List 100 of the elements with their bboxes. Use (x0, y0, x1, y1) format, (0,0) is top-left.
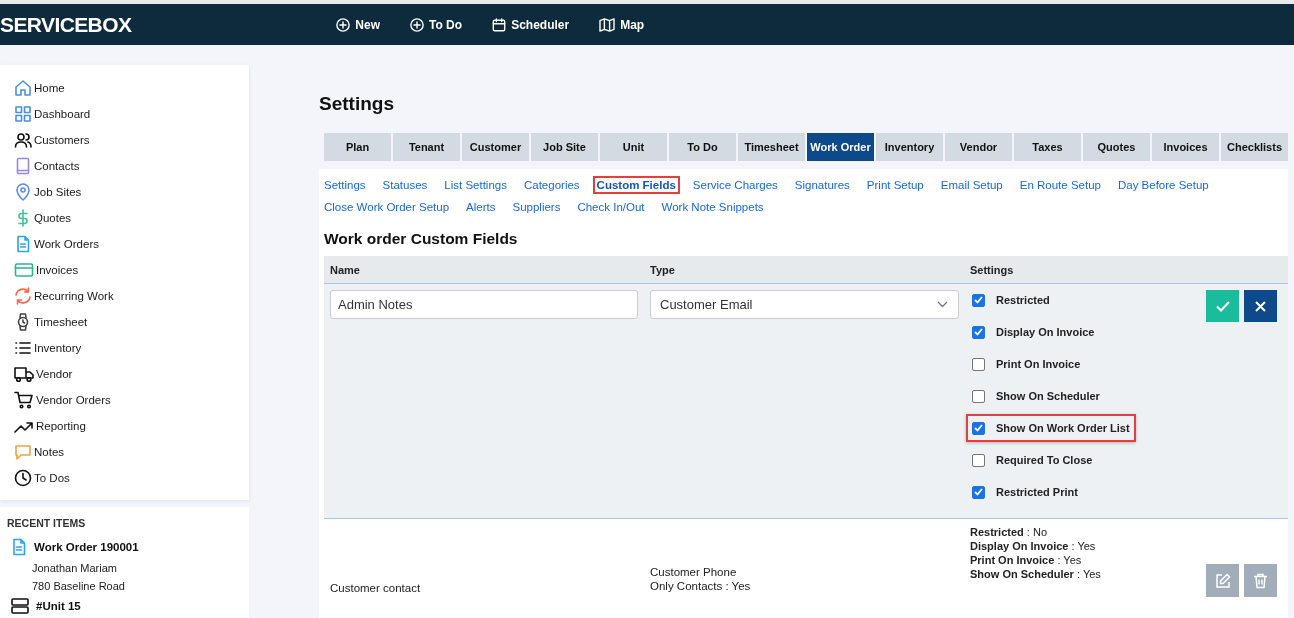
grid-icon (14, 105, 32, 123)
settings-tab[interactable]: Inventory (876, 133, 943, 161)
checkbox-option[interactable]: Restricted Print (966, 478, 1084, 506)
settings-link[interactable]: Categories (519, 176, 584, 194)
settings-link[interactable]: Print Setup (862, 176, 928, 194)
checkbox-option[interactable]: Print On Invoice (966, 350, 1087, 378)
sidebar-item[interactable]: Vendor (0, 365, 249, 391)
document-icon (10, 538, 28, 556)
checkbox-option[interactable]: Show On Work Order List (966, 414, 1136, 442)
table-cell-text: Only Contacts : Yes (650, 580, 752, 592)
sidebar-item[interactable]: Vendor Orders (0, 391, 249, 417)
truck-icon (14, 365, 34, 383)
settings-tab[interactable]: Timesheet (738, 133, 805, 161)
sidebar-item[interactable]: Home (0, 79, 249, 105)
name-input[interactable]: Admin Notes (330, 290, 638, 319)
settings-link[interactable]: Day Before Setup (1113, 176, 1213, 194)
section-heading: RECENT ITEMS (7, 517, 87, 529)
page-title: Settings (319, 93, 395, 115)
sidebar-item[interactable]: Quotes (0, 209, 249, 235)
checkbox[interactable] (972, 325, 985, 339)
nav-button[interactable]: Scheduler (492, 17, 570, 32)
sidebar-item[interactable]: Recurring Work (0, 287, 249, 313)
settings-link[interactable]: Close Work Order Setup (320, 198, 454, 216)
speech-bubble-icon (14, 443, 32, 461)
sidebar-item[interactable]: Timesheet (0, 313, 249, 339)
recent-item-link[interactable]: Work Order 190001 (7, 538, 249, 556)
close-icon (1255, 300, 1266, 312)
home-icon (14, 79, 32, 97)
settings-tab[interactable]: Taxes (1014, 133, 1081, 161)
trash-icon (1253, 572, 1268, 589)
nav-button[interactable]: Map (599, 17, 645, 32)
settings-link[interactable]: Suppliers (508, 198, 565, 216)
section-title: Work order Custom Fields (324, 230, 519, 248)
checkbox[interactable] (972, 453, 985, 467)
settings-link[interactable]: Service Charges (688, 176, 782, 194)
settings-link[interactable]: Email Setup (936, 176, 1007, 194)
sidebar-item[interactable]: To Dos (0, 469, 249, 495)
settings-tab[interactable]: Unit (600, 133, 667, 161)
sidebar-item[interactable]: Reporting (0, 417, 249, 443)
settings-link[interactable]: Alerts (462, 198, 500, 216)
column-header: Settings (970, 263, 1015, 276)
setting-summary: Show On Scheduler : Yes (970, 568, 1102, 580)
settings-tab[interactable]: Tenant (393, 133, 460, 161)
logo: SERVICEBOX (0, 11, 132, 38)
column-header: Type (650, 263, 676, 276)
delete-button[interactable] (1244, 564, 1277, 597)
settings-tab[interactable]: Plan (324, 133, 391, 161)
checkbox-option[interactable]: Display On Invoice (966, 318, 1101, 346)
sidebar-item[interactable]: Job Sites (0, 183, 249, 209)
settings-tab[interactable]: Checklists (1221, 133, 1288, 161)
checkbox-option[interactable]: Restricted (966, 286, 1056, 314)
sidebar-item[interactable]: Dashboard (0, 105, 249, 131)
settings-tab[interactable]: Invoices (1152, 133, 1219, 161)
clock-icon (14, 469, 32, 487)
type-dropdown[interactable]: Customer Email (650, 290, 959, 319)
sidebar-item[interactable]: Notes (0, 443, 249, 469)
list-icon (14, 339, 32, 357)
settings-link[interactable]: Settings (320, 176, 370, 194)
cancel-button[interactable] (1244, 290, 1277, 322)
calendar-icon (492, 17, 507, 32)
plus-icon (336, 17, 351, 32)
sidebar-item[interactable]: Customers (0, 131, 249, 157)
edit-icon (1214, 572, 1231, 589)
nav-button[interactable]: New (336, 17, 380, 32)
settings-link[interactable]: En Route Setup (1015, 176, 1105, 194)
settings-tab[interactable]: To Do (669, 133, 736, 161)
checkbox[interactable] (972, 293, 985, 307)
sidebar-item[interactable]: Contacts (0, 157, 249, 183)
nav-button[interactable]: To Do (410, 17, 463, 32)
chevron-down-icon (937, 301, 948, 308)
settings-tab[interactable]: Vendor (945, 133, 1012, 161)
checkbox-option[interactable]: Show On Scheduler (966, 382, 1106, 410)
settings-link[interactable]: List Settings (440, 176, 511, 194)
checkbox[interactable] (972, 485, 985, 499)
settings-tab[interactable]: Work Order (807, 133, 874, 161)
sidebar-item[interactable]: Work Orders (0, 235, 249, 261)
settings-tab[interactable]: Job Site (531, 133, 598, 161)
settings-link[interactable]: Work Note Snippets (657, 198, 768, 216)
book-icon (14, 157, 32, 175)
map-icon (599, 17, 616, 32)
card-icon (14, 261, 34, 279)
checkbox[interactable] (972, 389, 985, 403)
settings-link[interactable]: Custom Fields (592, 176, 680, 194)
column-header: Name (330, 263, 361, 276)
settings-link[interactable]: Statuses (378, 176, 432, 194)
server-icon (10, 597, 30, 615)
settings-link[interactable]: Check In/Out (573, 198, 649, 216)
checkbox[interactable] (972, 421, 985, 435)
sidebar-item[interactable]: Invoices (0, 261, 249, 287)
setting-summary: Display On Invoice : Yes (970, 540, 1097, 552)
sidebar-item[interactable]: Inventory (0, 339, 249, 365)
check-icon (1215, 300, 1230, 312)
settings-tab[interactable]: Quotes (1083, 133, 1150, 161)
checkbox[interactable] (972, 357, 985, 371)
checkbox-option[interactable]: Required To Close (966, 446, 1099, 474)
recent-item-detail: 780 Baseline Road (31, 580, 126, 592)
settings-link[interactable]: Signatures (790, 176, 854, 194)
settings-tab[interactable]: Customer (462, 133, 529, 161)
recent-item-link[interactable]: #Unit 15 (7, 597, 249, 615)
table-cell-text: Customer contact (330, 582, 422, 594)
